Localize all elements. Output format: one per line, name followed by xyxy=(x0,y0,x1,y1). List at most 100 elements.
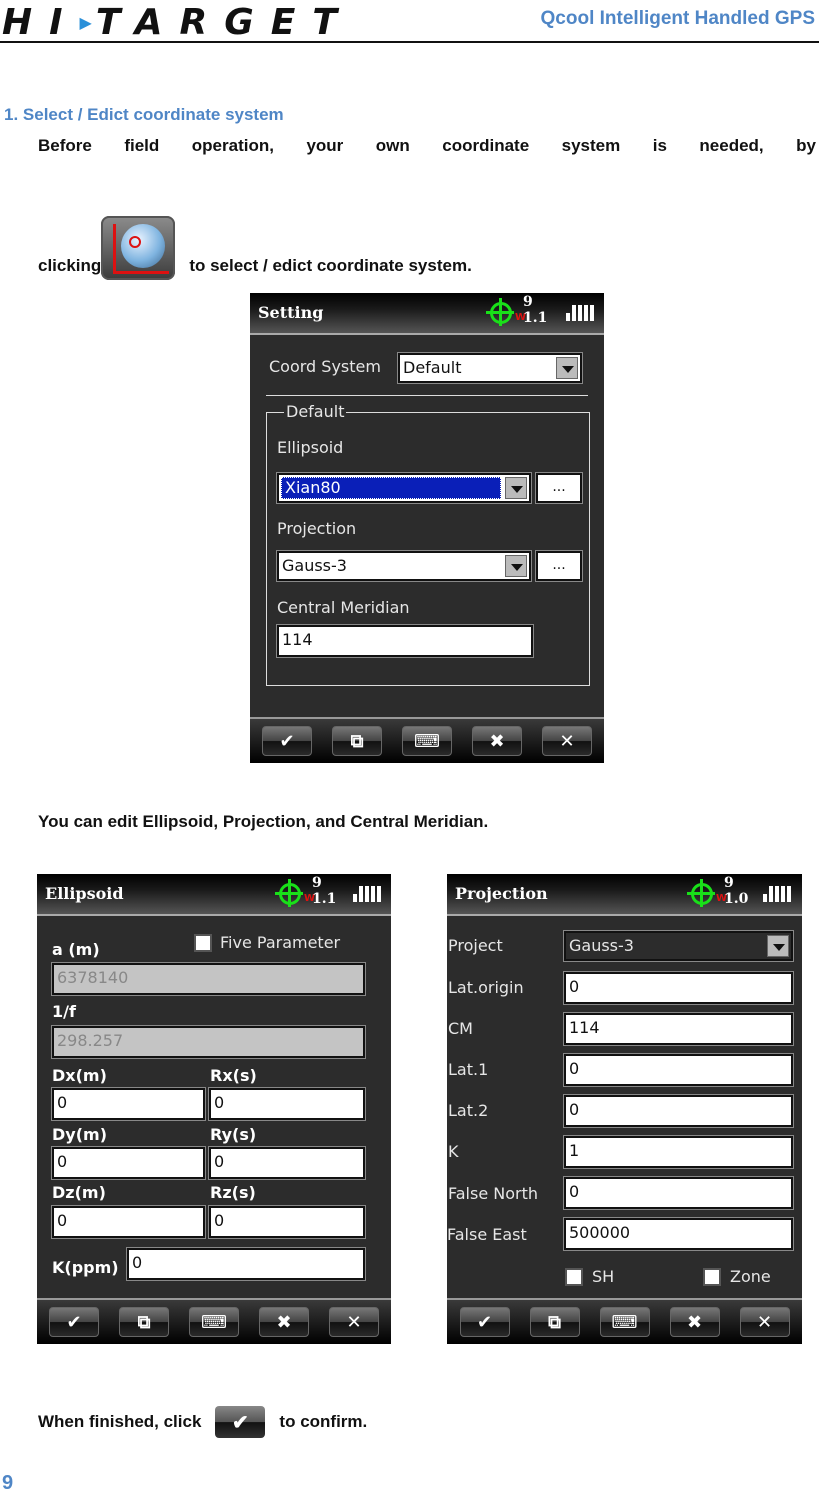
keyboard-button[interactable]: ⌨ xyxy=(189,1307,239,1337)
chevron-down-icon[interactable] xyxy=(767,935,789,957)
intro-word: own xyxy=(375,136,410,155)
satellite-count: 9 xyxy=(523,294,533,310)
tools-button[interactable]: ✖ xyxy=(472,726,522,756)
k-ppm-input[interactable]: 0 xyxy=(127,1248,365,1280)
battery-icon xyxy=(353,886,381,902)
paragraph-intro-line1: Before field operation, your own coordinate sy… xyxy=(38,136,816,156)
globe-icon xyxy=(121,224,166,268)
lat2-input[interactable]: 0 xyxy=(564,1095,793,1127)
group-title: Default xyxy=(284,402,347,421)
page-number: 9 xyxy=(2,1472,14,1494)
divider xyxy=(266,395,588,396)
dy-input[interactable]: 0 xyxy=(52,1147,205,1179)
false-north-input[interactable]: 0 xyxy=(564,1177,793,1209)
battery-icon xyxy=(763,886,791,902)
document-title: Qcool Intelligent Handled GPS xyxy=(540,8,815,29)
rz-input[interactable]: 0 xyxy=(209,1206,365,1238)
cm-input[interactable]: 114 xyxy=(564,1013,793,1045)
intro-word: needed, xyxy=(699,136,764,155)
logo-text: HI xyxy=(2,2,80,43)
logo-text-2: TARGET xyxy=(95,2,354,43)
intro-word: coordinate xyxy=(442,136,530,155)
rx-label: Rx(s) xyxy=(210,1066,257,1085)
inverse-flattening-input[interactable]: 298.257 xyxy=(52,1026,365,1058)
dz-input[interactable]: 0 xyxy=(52,1206,205,1238)
title-bar: Ellipsoid W 9 1.1 xyxy=(37,874,391,916)
keyboard-button[interactable]: ⌨ xyxy=(599,1307,650,1337)
confirm-button[interactable]: ✔ xyxy=(49,1307,99,1337)
k-input[interactable]: 1 xyxy=(564,1136,793,1168)
lat2-label: Lat.2 xyxy=(448,1101,489,1120)
dy-label: Dy(m) xyxy=(52,1125,108,1144)
ellipsoid-dropdown[interactable]: Xian80 xyxy=(277,473,531,503)
k-label: K xyxy=(448,1142,459,1161)
map-button[interactable]: ⧉ xyxy=(529,1307,580,1337)
hi-target-logo: HI▶TARGET xyxy=(2,2,354,43)
bottom-toolbar: ✔ ⧉ ⌨ ✖ ✕ xyxy=(447,1298,802,1344)
header-divider xyxy=(0,41,819,43)
a-input[interactable]: 6378140 xyxy=(52,963,365,995)
ellipsoid-screen: Ellipsoid W 9 1.1 Five Parameter a (m) 637… xyxy=(37,874,391,1344)
rx-input[interactable]: 0 xyxy=(209,1088,365,1120)
screen-title: Setting xyxy=(258,303,324,322)
five-parameter-checkbox[interactable] xyxy=(194,934,212,952)
intro-word: system xyxy=(561,136,621,155)
ellipsoid-label: Ellipsoid xyxy=(277,438,344,457)
confirm-button[interactable]: ✔ xyxy=(459,1307,510,1337)
false-east-label: False East xyxy=(447,1225,527,1244)
dx-input[interactable]: 0 xyxy=(52,1088,205,1120)
zone-checkbox[interactable] xyxy=(703,1268,721,1286)
central-meridian-input[interactable]: 114 xyxy=(277,625,533,657)
axis-horizontal xyxy=(113,271,170,274)
cm-label: CM xyxy=(448,1019,473,1038)
false-east-input[interactable]: 500000 xyxy=(564,1218,793,1250)
projection-screen: Projection W 9 1.0 Project Gauss-3 Lat.ori… xyxy=(447,874,802,1344)
lat1-label: Lat.1 xyxy=(448,1060,489,1079)
paragraph-confirm: When finished, click ✔ to confirm. xyxy=(38,1406,367,1438)
project-dropdown[interactable]: Gauss-3 xyxy=(564,931,793,961)
dz-label: Dz(m) xyxy=(52,1183,106,1202)
title-bar: Projection W 9 1.0 xyxy=(447,874,802,916)
text-clicking: clicking xyxy=(38,256,102,275)
confirm-check-icon: ✔ xyxy=(215,1406,266,1438)
intro-word: Before xyxy=(38,136,92,155)
text-when-finished: When finished, click xyxy=(38,1412,202,1431)
central-meridian-label: Central Meridian xyxy=(277,598,410,617)
close-button[interactable]: ✕ xyxy=(739,1307,790,1337)
screen-title: Ellipsoid xyxy=(45,884,124,903)
close-button[interactable]: ✕ xyxy=(329,1307,379,1337)
k-ppm-label: K(ppm) xyxy=(52,1258,119,1277)
logo-arrow-icon: ▶ xyxy=(79,13,96,32)
paragraph-intro-line2: clicking to select / edict coordinate sy… xyxy=(38,216,472,280)
chevron-down-icon[interactable] xyxy=(505,555,527,577)
map-button[interactable]: ⧉ xyxy=(332,726,382,756)
lat1-input[interactable]: 0 xyxy=(564,1054,793,1086)
false-north-label: False North xyxy=(448,1184,538,1203)
chevron-down-icon[interactable] xyxy=(556,357,578,379)
rz-label: Rz(s) xyxy=(210,1183,256,1202)
confirm-button[interactable]: ✔ xyxy=(262,726,312,756)
zone-label: Zone xyxy=(730,1267,771,1286)
lat-origin-input[interactable]: 0 xyxy=(564,972,793,1004)
coord-system-dropdown[interactable]: Default xyxy=(398,353,582,383)
ry-input[interactable]: 0 xyxy=(209,1147,365,1179)
tools-button[interactable]: ✖ xyxy=(669,1307,720,1337)
tools-button[interactable]: ✖ xyxy=(259,1307,309,1337)
chevron-down-icon[interactable] xyxy=(505,477,527,499)
close-button[interactable]: ✕ xyxy=(542,726,592,756)
coordinate-system-app-icon xyxy=(101,216,176,280)
projection-label: Projection xyxy=(277,519,357,538)
intro-word: your xyxy=(306,136,344,155)
keyboard-button[interactable]: ⌨ xyxy=(402,726,452,756)
ry-label: Ry(s) xyxy=(210,1125,257,1144)
five-parameter-label: Five Parameter xyxy=(220,933,341,952)
projection-dropdown[interactable]: Gauss-3 xyxy=(277,551,531,581)
map-button[interactable]: ⧉ xyxy=(119,1307,169,1337)
lat-origin-label: Lat.origin xyxy=(448,978,524,997)
paragraph-edit: You can edit Ellipsoid, Projection, and … xyxy=(38,812,489,831)
ellipsoid-more-button[interactable]: ... xyxy=(536,473,582,503)
sh-checkbox[interactable] xyxy=(565,1268,583,1286)
projection-more-button[interactable]: ... xyxy=(536,551,582,581)
section-heading: 1. Select / Edict coordinate system xyxy=(4,105,284,124)
intro-word: is xyxy=(652,136,667,155)
